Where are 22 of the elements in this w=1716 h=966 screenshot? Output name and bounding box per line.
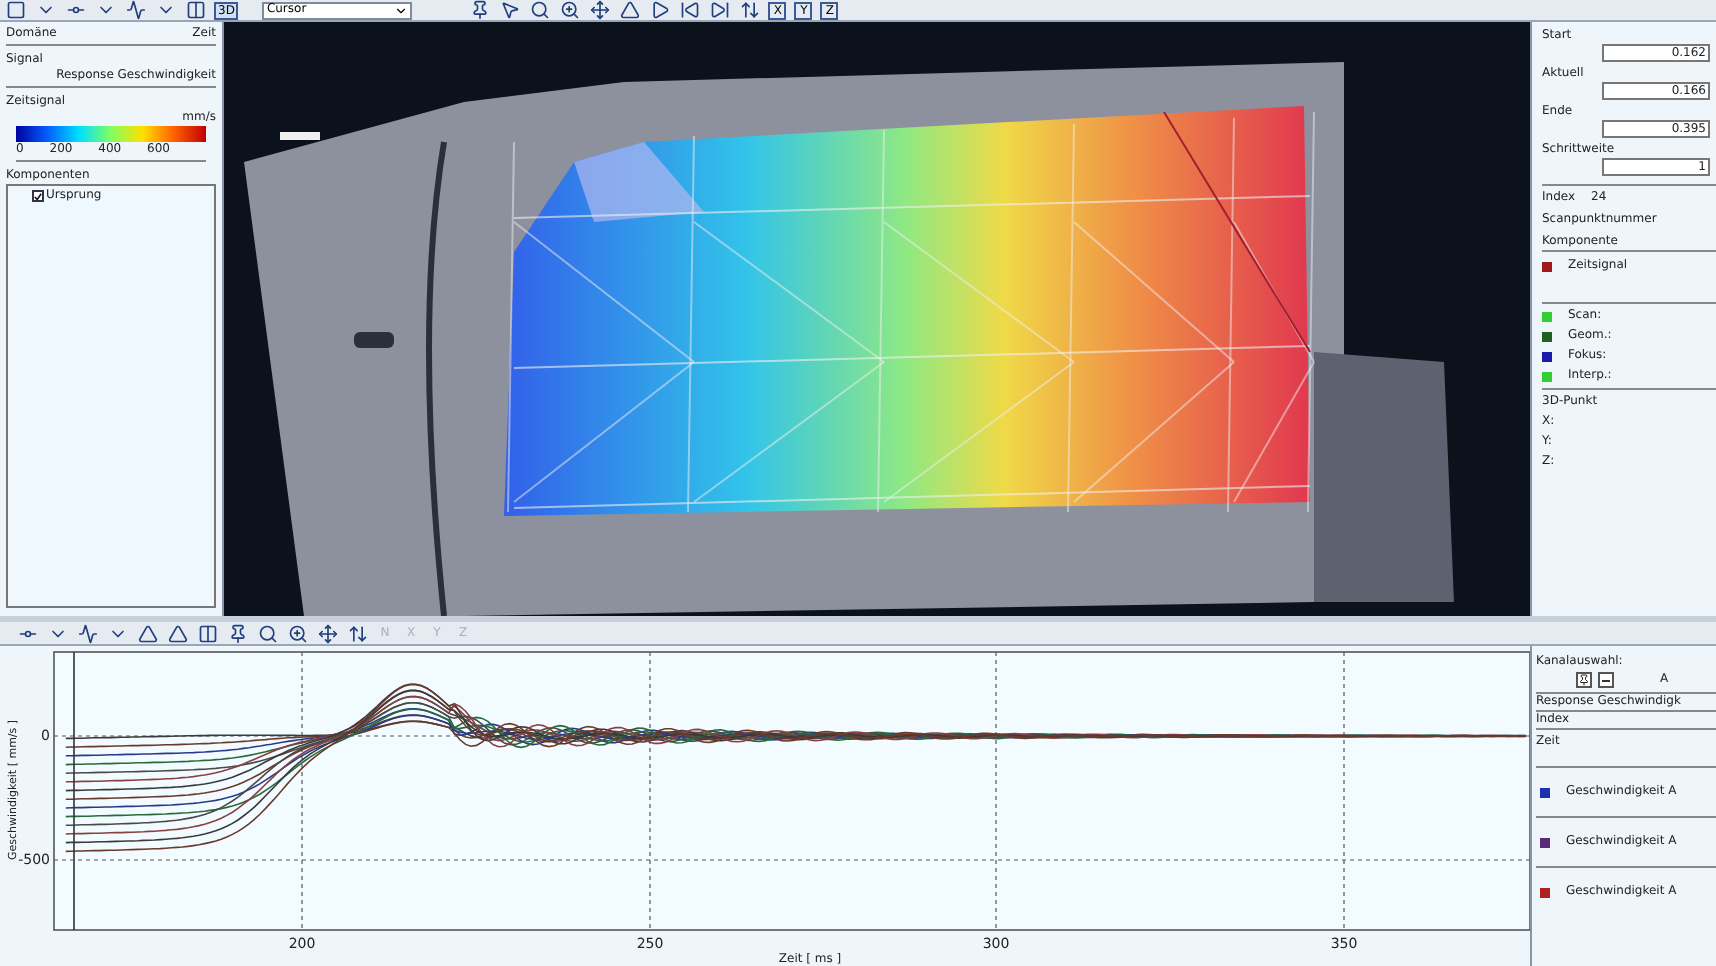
signal-icon[interactable] (76, 622, 98, 644)
pin-icon[interactable] (468, 0, 491, 21)
play-icon[interactable] (648, 0, 671, 21)
signal-icon[interactable] (124, 0, 146, 21)
minus-button[interactable] (1598, 672, 1614, 688)
arrows-icon[interactable] (346, 622, 368, 644)
pin-button[interactable] (1576, 672, 1592, 688)
columns-icon[interactable] (196, 622, 218, 644)
step-forward-icon[interactable] (708, 0, 731, 21)
arrows-icon[interactable] (738, 0, 761, 21)
search-icon[interactable] (256, 622, 278, 644)
search-icon[interactable] (528, 0, 551, 21)
pointer-icon[interactable] (498, 0, 521, 21)
triangle-icon[interactable] (618, 0, 641, 21)
move-icon[interactable] (316, 622, 338, 644)
checkbox[interactable] (32, 190, 44, 202)
dropdown-caret-icon[interactable] (394, 3, 409, 17)
zoom-in-icon[interactable] (286, 622, 308, 644)
step-back-icon[interactable] (678, 0, 701, 21)
zoom-in-icon[interactable] (558, 0, 581, 21)
pin-icon[interactable] (226, 622, 248, 644)
move-icon[interactable] (588, 0, 611, 21)
